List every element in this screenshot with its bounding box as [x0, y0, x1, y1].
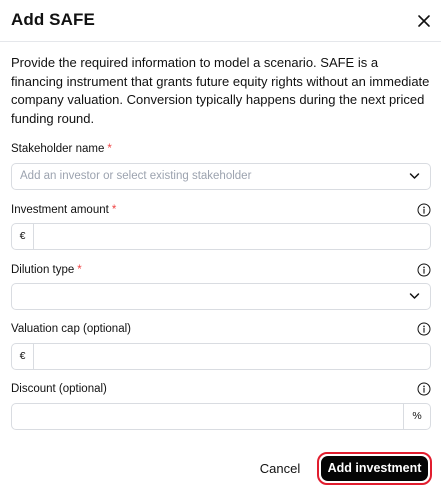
- percent-suffix: %: [403, 404, 430, 429]
- dialog-title: Add SAFE: [11, 10, 95, 29]
- info-icon[interactable]: [417, 322, 431, 336]
- dialog-header: Add SAFE: [0, 0, 441, 42]
- discount-field: %: [11, 403, 431, 430]
- investment-amount-label: Investment amount *: [11, 204, 116, 216]
- stakeholder-name-label-text: Stakeholder name: [11, 143, 105, 155]
- investment-amount-field: €: [11, 223, 431, 250]
- required-mark: *: [107, 143, 112, 155]
- close-button[interactable]: [413, 10, 435, 32]
- currency-prefix: €: [12, 344, 34, 369]
- required-mark: *: [77, 264, 82, 276]
- info-icon[interactable]: [417, 203, 431, 217]
- stakeholder-name-label: Stakeholder name *: [11, 143, 112, 155]
- close-icon: [418, 15, 430, 27]
- stakeholder-select[interactable]: Add an investor or select existing stake…: [11, 163, 431, 190]
- chevron-down-icon: [409, 293, 420, 299]
- dilution-type-select[interactable]: [11, 283, 431, 310]
- valuation-cap-field: €: [11, 343, 431, 370]
- investment-amount-input[interactable]: [34, 224, 430, 249]
- info-icon[interactable]: [417, 263, 431, 277]
- valuation-cap-label: Valuation cap (optional): [11, 323, 131, 335]
- investment-amount-label-text: Investment amount: [11, 204, 109, 216]
- info-icon[interactable]: [417, 382, 431, 396]
- chevron-down-icon: [409, 173, 420, 179]
- valuation-cap-input[interactable]: [34, 344, 430, 369]
- currency-prefix: €: [12, 224, 34, 249]
- dilution-type-label: Dilution type *: [11, 264, 82, 276]
- discount-label: Discount (optional): [11, 383, 107, 395]
- dialog-description: Provide the required information to mode…: [11, 55, 430, 126]
- stakeholder-select-placeholder: Add an investor or select existing stake…: [20, 170, 252, 182]
- discount-input[interactable]: [12, 404, 403, 429]
- cancel-button[interactable]: Cancel: [248, 455, 312, 483]
- dilution-type-label-text: Dilution type: [11, 264, 75, 276]
- required-mark: *: [111, 204, 117, 216]
- add-investment-button[interactable]: Add investment: [321, 456, 428, 481]
